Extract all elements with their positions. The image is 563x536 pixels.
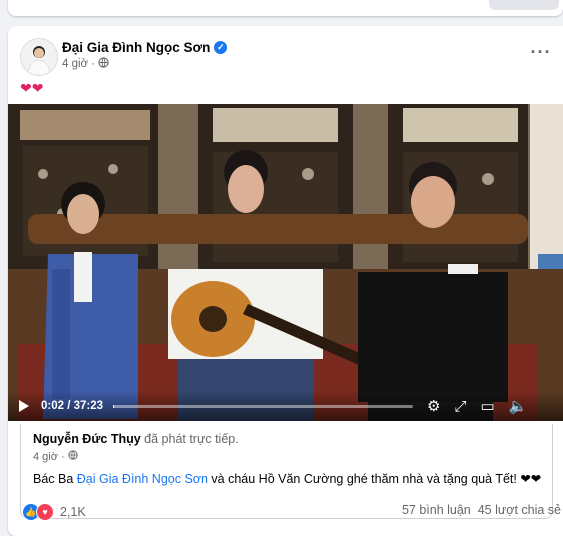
shared-time[interactable]: 4 giờ [33, 451, 58, 463]
reactions-count[interactable]: 2,1K [60, 505, 86, 519]
fullscreen-icon[interactable]: ⤢ [455, 398, 467, 415]
globe-icon [98, 57, 109, 71]
post-meta: 4 giờ · [62, 57, 109, 71]
shared-text-link[interactable]: Đại Gia Đình Ngọc Sơn [77, 472, 208, 486]
video-progress-bar[interactable] [113, 405, 413, 408]
more-options-icon[interactable]: ··· [529, 40, 553, 64]
author-name[interactable]: Đại Gia Đình Ngọc Sơn ✓ [62, 40, 227, 55]
previous-post-button[interactable] [489, 0, 559, 10]
video-current-time: 0:02 [41, 400, 64, 412]
settings-gear-icon[interactable]: ⚙ [427, 397, 440, 415]
post-stats: 57 bình luận 45 lượt chia sẻ [402, 503, 561, 517]
volume-icon[interactable]: 🔈 [509, 397, 528, 415]
shared-text-suffix: và cháu Hồ Văn Cường ghé thăm nhà và tặn… [208, 472, 541, 486]
miniplayer-icon[interactable]: ▭ [481, 397, 495, 415]
comments-count[interactable]: 57 bình luận [402, 503, 471, 517]
play-icon[interactable] [19, 400, 29, 412]
dot-separator: · [91, 58, 95, 70]
shared-meta: 4 giờ · [33, 450, 78, 463]
video-time: 0:02 / 37:23 [41, 400, 103, 412]
shared-text: Bác Ba Đại Gia Đình Ngọc Sơn và cháu Hồ … [33, 471, 541, 486]
author-name-label[interactable]: Đại Gia Đình Ngọc Sơn [62, 40, 210, 55]
post-caption: ❤❤ [20, 80, 43, 97]
globe-icon [68, 450, 78, 463]
dot-separator: · [61, 451, 65, 463]
reactions-summary[interactable]: 👍 ♥ 2,1K [22, 503, 86, 521]
shared-header: Nguyễn Đức Thụy đã phát trực tiếp. [33, 432, 239, 446]
video-frame [8, 104, 563, 421]
video-controls: 0:02 / 37:23 ⚙ ⤢ ▭ 🔈 [8, 391, 563, 421]
video-player[interactable]: 0:02 / 37:23 ⚙ ⤢ ▭ 🔈 [8, 104, 563, 421]
post-footer: 👍 ♥ 2,1K 57 bình luận 45 lượt chia sẻ [8, 501, 563, 524]
author-avatar[interactable] [20, 38, 58, 76]
shared-author-name[interactable]: Nguyễn Đức Thụy [33, 432, 141, 446]
love-reaction-icon: ♥ [36, 503, 54, 521]
previous-post-card [8, 0, 563, 16]
post-card: Đại Gia Đình Ngọc Sơn ✓ 4 giờ · ··· ❤❤ [8, 26, 563, 536]
shares-count[interactable]: 45 lượt chia sẻ [478, 503, 561, 517]
verified-badge-icon: ✓ [214, 41, 227, 54]
video-duration: 37:23 [74, 400, 103, 412]
shared-action: đã phát trực tiếp. [141, 432, 239, 446]
post-time[interactable]: 4 giờ [62, 58, 88, 70]
shared-text-prefix: Bác Ba [33, 472, 77, 486]
